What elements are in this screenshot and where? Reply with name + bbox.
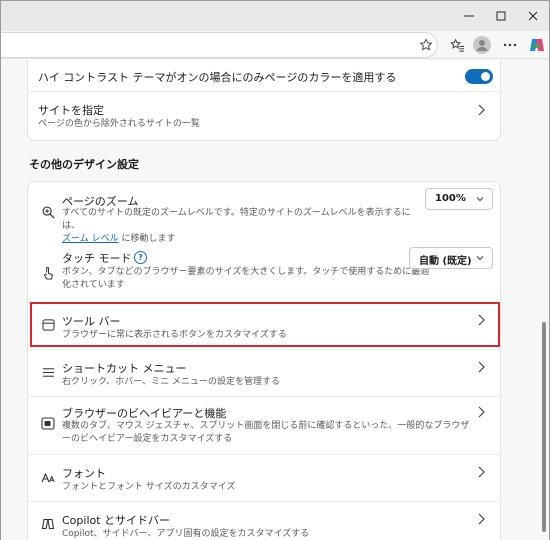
zoom-dropdown[interactable]: 100% (425, 188, 493, 210)
more-icon (503, 43, 517, 47)
browser-behavior-icon (40, 415, 56, 431)
shortcut-menu-row[interactable]: ショートカット メニュー 右クリック、ホバー、ミニ メニューの設定を管理する (28, 350, 502, 396)
touch-icon (40, 265, 56, 281)
toolbar-row[interactable]: ツール バー ブラウザーに常に表示されるボタンをカスタマイズする (28, 303, 502, 349)
chevron-right-icon (476, 103, 486, 117)
copilot-sidebar-title: Copilot とサイドバー (62, 514, 171, 527)
more-options-button[interactable] (500, 35, 520, 55)
restore-button[interactable] (483, 1, 519, 31)
site-designation-title: サイトを指定 (38, 104, 104, 117)
chevron-right-icon (476, 512, 486, 526)
font-desc: フォントとフォント サイズのカスタマイズ (62, 482, 236, 492)
browser-toolbar (1, 31, 549, 59)
touch-mode-desc: ボタン、タブなどのブラウザー要素のサイズを大きくします。タッチで使用するために最… (62, 267, 430, 290)
browser-behavior-desc: 複数のタブ、マウス ジェスチャ、スプリット画面を閉じる前に確認するといった、一般… (62, 421, 470, 444)
toolbar-icon (40, 317, 56, 333)
chevron-right-icon (476, 313, 486, 327)
touch-mode-title: タッチ モード (62, 252, 132, 265)
high-contrast-row: ハイ コントラスト テーマがオンの場合にのみページのカラーを適用する (28, 61, 502, 91)
page-colors-card: ハイ コントラスト テーマがオンの場合にのみページのカラーを適用する サイトを指… (27, 60, 502, 142)
page-zoom-desc-text: すべてのサイトの既定のズームレベルです。特定のサイトのズームレベルを表示するには… (62, 208, 411, 231)
profile-avatar[interactable] (472, 35, 492, 55)
zoom-icon (40, 204, 56, 220)
high-contrast-label: ハイ コントラスト テーマがオンの場合にのみページのカラーを適用する (38, 71, 397, 84)
browser-behavior-title: ブラウザーのビヘイビアーと機能 (62, 407, 227, 420)
address-bar[interactable] (1, 32, 438, 58)
scrollbar-thumb[interactable] (542, 322, 546, 532)
zoom-dropdown-value: 100% (435, 193, 466, 204)
title-bar (1, 1, 549, 31)
page-zoom-row: ページのズーム すべてのサイトの既定のズームレベルです。特定のサイトのズームレベ… (28, 182, 502, 244)
favorite-star-button[interactable] (416, 35, 436, 55)
avatar-icon (473, 36, 491, 54)
favorites-icon (449, 37, 464, 52)
section-title: その他のデザイン設定 (29, 158, 139, 171)
high-contrast-toggle[interactable] (465, 69, 493, 84)
browser-behavior-row[interactable]: ブラウザーのビヘイビアーと機能 複数のタブ、マウス ジェスチャ、スプリット画面を… (28, 397, 502, 454)
touch-mode-dropdown[interactable]: 自動 (既定) (409, 247, 493, 269)
chevron-right-icon (476, 405, 486, 419)
toolbar-title: ツール バー (62, 315, 121, 328)
font-row[interactable]: フォント フォントとフォント サイズのカスタマイズ (28, 455, 502, 501)
help-icon[interactable]: ? (134, 251, 147, 264)
close-button[interactable] (515, 1, 550, 31)
toolbar-desc: ブラウザーに常に表示されるボタンをカスタマイズする (62, 330, 287, 340)
chevron-right-icon (476, 465, 486, 479)
site-designation-desc: ページの色から除外されるサイトの一覧 (38, 119, 200, 129)
copilot-button[interactable] (527, 35, 547, 55)
copilot-sidebar-row[interactable]: Copilot とサイドバー Copilot、サイドバー、アプリ固有の設定をカス… (28, 502, 502, 540)
chevron-down-icon (476, 197, 484, 202)
chevron-down-icon (476, 256, 484, 261)
shortcut-menu-title: ショートカット メニュー (62, 362, 187, 375)
touch-mode-dropdown-value: 自動 (既定) (419, 256, 472, 267)
font-icon (40, 469, 56, 485)
close-icon (528, 11, 538, 21)
minimize-icon (464, 15, 474, 17)
copilot-icon (40, 516, 56, 532)
minimize-button[interactable] (451, 1, 487, 31)
favorites-button[interactable] (447, 35, 467, 55)
restore-icon (496, 11, 506, 21)
menu-icon (40, 364, 56, 380)
other-design-settings-card: ページのズーム すべてのサイトの既定のズームレベルです。特定のサイトのズームレベ… (27, 181, 502, 540)
site-designation-row[interactable]: サイトを指定 ページの色から除外されるサイトの一覧 (28, 92, 502, 142)
star-icon (419, 38, 433, 51)
touch-mode-row: タッチ モード ? ボタン、タブなどのブラウザー要素のサイズを大きくします。タッ… (28, 236, 502, 302)
copilot-sidebar-desc: Copilot、サイドバー、アプリ固有の設定をカスタマイズする (62, 529, 310, 539)
settings-content: ハイ コントラスト テーマがオンの場合にのみページのカラーを適用する サイトを指… (1, 60, 549, 540)
font-title: フォント (62, 467, 106, 480)
chevron-right-icon (476, 360, 486, 374)
shortcut-menu-desc: 右クリック、ホバー、ミニ メニューの設定を管理する (62, 377, 280, 387)
copilot-logo-icon (530, 39, 544, 51)
